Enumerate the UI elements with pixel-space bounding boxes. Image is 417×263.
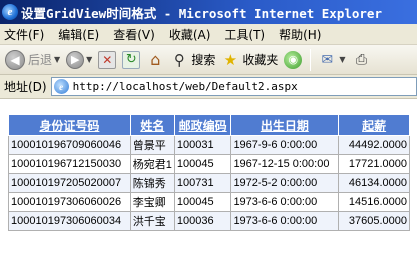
menubar: 文件(F) 编辑(E) 查看(V) 收藏(A) 工具(T) 帮助(H) [0, 24, 417, 45]
stop-icon: ✕ [98, 50, 117, 69]
forward-arrow-icon: ▶ [66, 50, 85, 69]
table-row: 100010197205020007 陈锦秀 100731 1972-5-2 0… [8, 173, 410, 193]
cell-birthdate: 1967-12-15 0:00:00 [230, 154, 340, 174]
cell-salary: 37605.0000 [338, 211, 410, 231]
cell-id-number: 100010197306060034 [8, 211, 131, 231]
chevron-down-icon[interactable]: ▼ [86, 55, 92, 64]
chevron-down-icon[interactable]: ▼ [54, 55, 60, 64]
cell-id-number: 100010197306060026 [8, 192, 131, 212]
menu-file[interactable]: 文件(F) [4, 26, 44, 43]
media-button[interactable]: ◉ [282, 48, 304, 72]
cell-birthdate: 1972-5-2 0:00:00 [230, 173, 340, 193]
gridview-table: 身份证号码 姓名 邮政编码 出生日期 起薪 100010196709060046… [8, 114, 410, 231]
cell-postcode: 100731 [173, 173, 232, 193]
cell-postcode: 100045 [173, 192, 232, 212]
menu-edit[interactable]: 编辑(E) [58, 26, 99, 43]
window-title: 设置GridView时间格式 - Microsoft Internet Expl… [21, 5, 382, 21]
toolbar-separator [310, 48, 312, 71]
cell-birthdate: 1973-6-6 0:00:00 [230, 211, 340, 231]
chevron-down-icon[interactable]: ▼ [339, 55, 345, 64]
refresh-button[interactable]: ↻ [120, 48, 142, 72]
refresh-icon: ↻ [122, 50, 141, 69]
page-icon: e [53, 79, 69, 94]
header-id-number[interactable]: 身份证号码 [8, 114, 131, 136]
table-row: 100010197306060026 李宝卿 100045 1973-6-6 0… [8, 192, 410, 212]
home-button[interactable]: ⌂ [144, 48, 166, 72]
media-icon: ◉ [284, 50, 303, 69]
cell-postcode: 100045 [173, 154, 232, 174]
address-label: 地址(D) [4, 80, 47, 94]
toolbar: ◀ 后退 ▼ ▶ ▼ ✕ ↻ ⌂ ⚲ 搜索 ★ 收藏夹 ◉ ✉ ▼ ⎙ [0, 45, 417, 75]
address-input[interactable]: e http://localhost/web/Default2.aspx [50, 77, 417, 96]
cell-birthdate: 1967-9-6 0:00:00 [230, 135, 340, 155]
table-row: 100010196712150030 杨宛君1 100045 1967-12-1… [8, 154, 410, 174]
menu-favorites[interactable]: 收藏(A) [169, 26, 211, 43]
favorites-label: 收藏夹 [242, 53, 279, 67]
menu-tools[interactable]: 工具(T) [224, 26, 265, 43]
star-icon: ★ [223, 50, 238, 69]
mail-button[interactable]: ✉ ▼ [315, 48, 347, 72]
cell-salary: 14516.0000 [338, 192, 410, 212]
ie-icon: e [2, 4, 18, 20]
window-titlebar: e 设置GridView时间格式 - Microsoft Internet Ex… [0, 0, 417, 24]
cell-salary: 44492.0000 [338, 135, 410, 155]
print-icon: ⎙ [355, 51, 368, 68]
cell-name: 李宝卿 [129, 192, 175, 212]
menu-help[interactable]: 帮助(H) [279, 26, 321, 43]
header-postcode[interactable]: 邮政编码 [173, 114, 232, 136]
print-button[interactable]: ⎙ [350, 48, 374, 72]
cell-postcode: 100031 [173, 135, 232, 155]
header-birthdate[interactable]: 出生日期 [230, 114, 340, 136]
forward-button[interactable]: ▶ ▼ [64, 48, 94, 72]
cell-id-number: 100010197205020007 [8, 173, 131, 193]
back-button[interactable]: ◀ 后退 ▼ [3, 48, 62, 72]
cell-name: 洪千宝 [129, 211, 175, 231]
back-label: 后退 [28, 53, 53, 67]
cell-id-number: 100010196712150030 [8, 154, 131, 174]
cell-name: 曾景平 [129, 135, 175, 155]
cell-id-number: 100010196709060046 [8, 135, 131, 155]
cell-name: 陈锦秀 [129, 173, 175, 193]
address-url[interactable]: http://localhost/web/Default2.aspx [73, 80, 298, 93]
cell-name: 杨宛君1 [129, 154, 175, 174]
stop-button[interactable]: ✕ [96, 48, 118, 72]
page-content: 身份证号码 姓名 邮政编码 出生日期 起薪 100010196709060046… [0, 99, 417, 263]
favorites-button[interactable]: ★ 收藏夹 [219, 48, 280, 72]
cell-salary: 17721.0000 [338, 154, 410, 174]
menu-view[interactable]: 查看(V) [113, 26, 155, 43]
back-arrow-icon: ◀ [5, 49, 25, 70]
header-name[interactable]: 姓名 [129, 114, 175, 136]
cell-salary: 46134.0000 [338, 173, 410, 193]
header-row: 身份证号码 姓名 邮政编码 出生日期 起薪 [8, 114, 410, 136]
cell-birthdate: 1973-6-6 0:00:00 [230, 192, 340, 212]
home-icon: ⌂ [150, 50, 161, 69]
table-row: 100010197306060034 洪千宝 100036 1973-6-6 0… [8, 211, 410, 231]
address-bar: 地址(D) e http://localhost/web/Default2.as… [0, 75, 417, 99]
mail-icon: ✉ [321, 51, 334, 68]
cell-postcode: 100036 [173, 211, 232, 231]
header-salary[interactable]: 起薪 [338, 114, 410, 136]
search-label: 搜索 [191, 53, 216, 67]
table-row: 100010196709060046 曾景平 100031 1967-9-6 0… [8, 135, 410, 155]
search-icon: ⚲ [173, 50, 185, 69]
search-button[interactable]: ⚲ 搜索 [168, 48, 217, 72]
